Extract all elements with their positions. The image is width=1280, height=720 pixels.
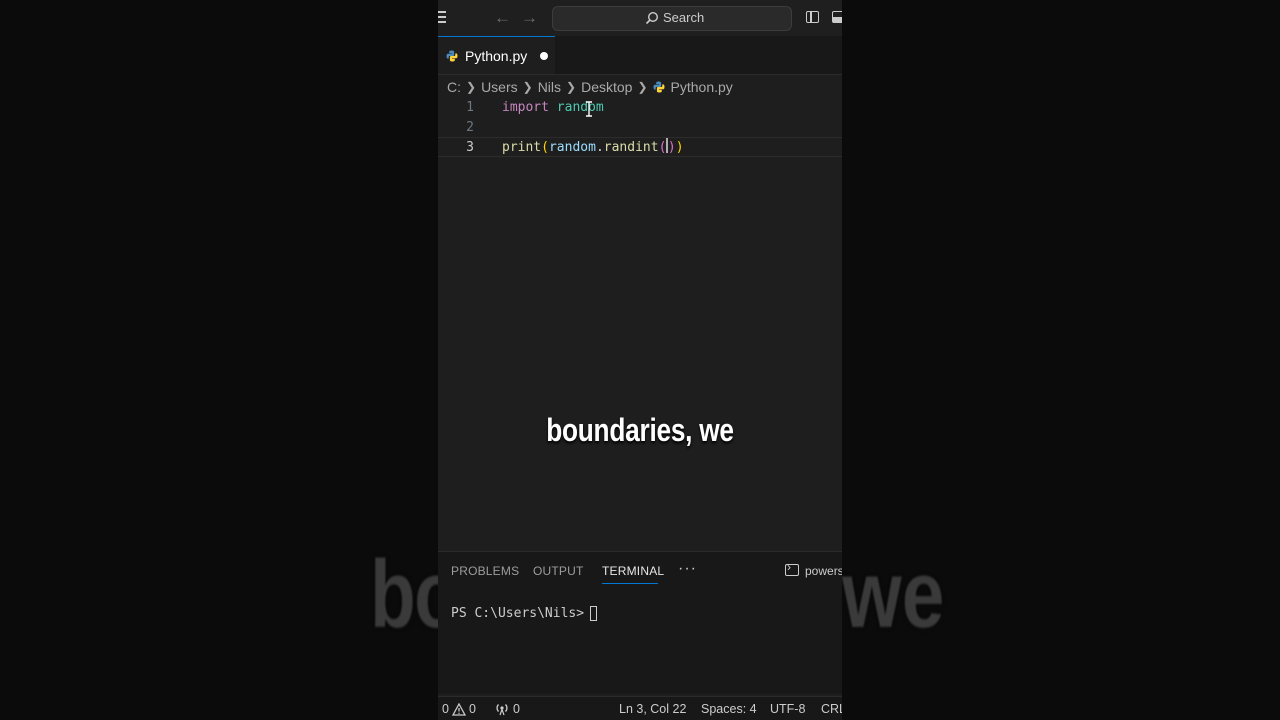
indentation-status[interactable]: Spaces: 4: [701, 702, 757, 716]
tab-python-py[interactable]: Python.py: [438, 36, 555, 74]
breadcrumb-file-label: Python.py: [670, 79, 733, 95]
bracket-token: (: [541, 140, 549, 155]
breadcrumb-item-file[interactable]: Python.py: [653, 79, 733, 95]
line-number: 2: [466, 120, 474, 135]
terminal-shell-icon[interactable]: [785, 560, 799, 576]
command-center-search[interactable]: Search: [552, 6, 792, 31]
search-icon: [645, 11, 659, 24]
eol-status[interactable]: CRL: [821, 702, 842, 716]
search-label: Search: [663, 10, 705, 25]
bracket-token: ): [675, 140, 684, 155]
unsaved-dot-icon[interactable]: [540, 51, 549, 60]
breadcrumb-item-users[interactable]: Users: [481, 79, 518, 95]
tab-output[interactable]: OUTPUT: [533, 564, 584, 578]
vscode-window: ← → Search Python.py C: ❯ Users ❯ Nils ❯…: [438, 0, 842, 720]
terminal-cursor: [590, 606, 598, 621]
menu-icon[interactable]: [438, 11, 446, 23]
error-count: 0: [442, 702, 449, 716]
breadcrumb-item-desktop[interactable]: Desktop: [581, 79, 632, 95]
title-bar: ← → Search: [438, 0, 842, 36]
breadcrumb: C: ❯ Users ❯ Nils ❯ Desktop ❯ Python.py: [447, 77, 733, 97]
background-caption-right: we: [842, 541, 945, 648]
code-text[interactable]: print(random.randint()): [502, 138, 684, 158]
arrow-right-icon[interactable]: →: [521, 8, 538, 28]
breadcrumb-item-drive[interactable]: C:: [447, 79, 461, 95]
problems-status[interactable]: 0 0: [442, 702, 476, 716]
python-file-icon: [653, 81, 665, 93]
terminal-prompt: PS C:\Users\Nils>: [451, 606, 585, 621]
terminal-output[interactable]: PS C:\Users\Nils>: [451, 606, 598, 621]
chevron-right-icon: ❯: [466, 80, 477, 94]
chevron-right-icon: ❯: [522, 80, 533, 94]
video-caption: boundaries, we: [546, 412, 734, 448]
dot-token: .: [595, 140, 604, 155]
more-actions-icon[interactable]: ···: [678, 560, 697, 578]
module-token: random: [556, 100, 604, 115]
editor-tab-bar: Python.py: [438, 36, 842, 75]
chevron-right-icon: ❯: [637, 80, 648, 94]
ports-status[interactable]: 0: [495, 702, 520, 716]
status-bar: 0 0 0 Ln 3, Col 22 Spaces: 4 UTF-8 CRL: [438, 696, 842, 720]
encoding-status[interactable]: UTF-8: [770, 702, 805, 716]
line-number-current: 3: [466, 140, 474, 155]
code-line-2[interactable]: 2: [438, 118, 842, 138]
warning-count: 0: [468, 702, 476, 716]
python-file-icon: [446, 50, 458, 61]
toggle-panel-icon[interactable]: [832, 11, 842, 23]
breadcrumb-item-nils[interactable]: Nils: [538, 79, 561, 95]
tab-label: Python.py: [465, 47, 528, 64]
cursor-position[interactable]: Ln 3, Col 22: [619, 702, 686, 716]
variable-token: random: [548, 140, 596, 155]
line-number: 1: [466, 100, 474, 115]
ports-count: 0: [513, 702, 520, 716]
arrow-left-icon[interactable]: ←: [494, 8, 511, 28]
active-tab-indicator: [602, 583, 658, 584]
code-line-1[interactable]: 1 import random: [438, 98, 842, 118]
code-line-3[interactable]: 3 print(random.randint()): [438, 137, 842, 157]
tab-problems[interactable]: PROBLEMS: [451, 564, 519, 578]
bracket-token: (: [658, 140, 667, 155]
warning-icon: [451, 702, 466, 716]
keyword-token: import: [502, 100, 549, 115]
tab-terminal[interactable]: TERMINAL: [602, 564, 664, 578]
terminal-shell-label[interactable]: powers: [805, 564, 842, 578]
chevron-right-icon: ❯: [566, 80, 577, 94]
broadcast-icon: [496, 703, 508, 715]
method-token: randint: [603, 140, 659, 155]
bottom-panel: PROBLEMS OUTPUT TERMINAL ··· powers PS C…: [438, 551, 842, 694]
toggle-sidebar-icon[interactable]: [806, 11, 819, 23]
code-editor[interactable]: 1 import random 2 3 print(random.randint…: [438, 98, 842, 550]
function-token: print: [502, 140, 542, 155]
text-cursor-icon: [586, 101, 592, 117]
bracket-token: ): [667, 140, 676, 155]
